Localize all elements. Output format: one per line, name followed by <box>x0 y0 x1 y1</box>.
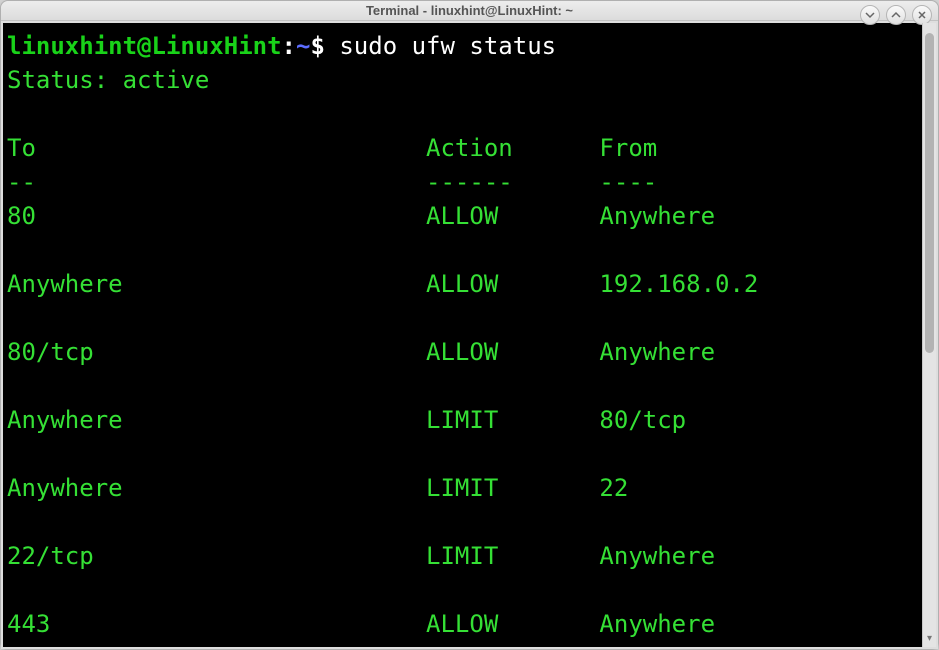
close-button[interactable] <box>912 5 932 25</box>
command-text: sudo ufw status <box>339 32 556 60</box>
table-header: To Action From <box>7 134 657 162</box>
titlebar[interactable]: Terminal - linuxhint@LinuxHint: ~ <box>1 1 938 21</box>
prompt-user-host: linuxhint@LinuxHint <box>7 32 282 60</box>
firewall-rule-row: 22/tcp LIMIT Anywhere <box>7 542 715 570</box>
scroll-thumb[interactable] <box>925 33 934 353</box>
firewall-rule-row: Anywhere LIMIT 80/tcp <box>7 406 686 434</box>
chevron-down-icon <box>865 10 875 20</box>
scroll-down-arrow-icon[interactable]: ▾ <box>923 631 936 645</box>
firewall-rule-row: Anywhere ALLOW 192.168.0.2 <box>7 270 758 298</box>
minimize-button[interactable] <box>860 5 880 25</box>
close-icon <box>917 10 927 20</box>
chevron-up-icon <box>891 10 901 20</box>
status-line: Status: active <box>7 66 209 94</box>
maximize-button[interactable] <box>886 5 906 25</box>
terminal-window: Terminal - linuxhint@LinuxHint: ~ linuxh… <box>0 0 939 650</box>
firewall-rule-row: 443 ALLOW Anywhere <box>7 610 715 638</box>
prompt-dollar: $ <box>310 32 324 60</box>
firewall-rule-row: 80 ALLOW Anywhere <box>7 202 715 230</box>
window-controls <box>860 5 932 25</box>
prompt-path: ~ <box>296 32 310 60</box>
firewall-rule-row: Anywhere LIMIT 22 <box>7 474 628 502</box>
prompt-colon: : <box>282 32 296 60</box>
terminal-body-wrap: linuxhint@LinuxHint:~$ sudo ufw status S… <box>1 21 938 649</box>
scrollbar[interactable]: ▾ <box>922 23 936 647</box>
terminal-output[interactable]: linuxhint@LinuxHint:~$ sudo ufw status S… <box>3 23 922 647</box>
firewall-rule-row: 80/tcp ALLOW Anywhere <box>7 338 715 366</box>
table-header-underline: -- ------ ---- <box>7 168 657 196</box>
window-title: Terminal - linuxhint@LinuxHint: ~ <box>366 3 573 18</box>
